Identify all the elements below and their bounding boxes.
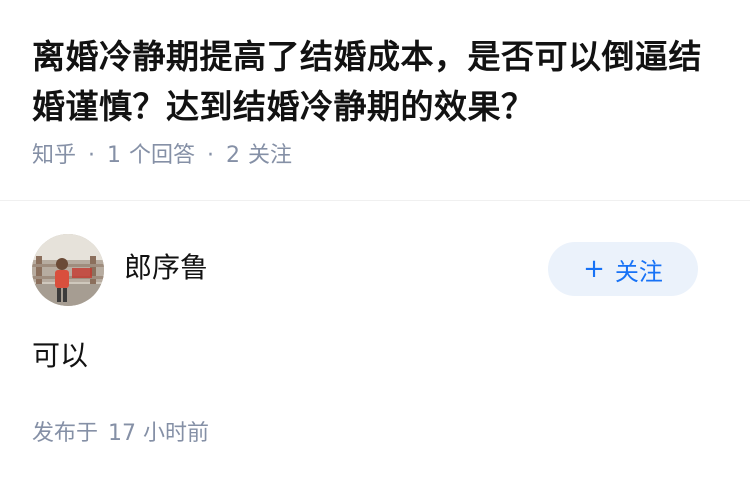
question-title[interactable]: 离婚冷静期提高了结婚成本，是否可以倒逼结婚谨慎？达到结婚冷静期的效果？ <box>32 32 722 132</box>
person-photo-avatar-icon <box>32 234 104 306</box>
plus-icon: + <box>583 254 605 284</box>
meta-separator: · <box>88 143 96 168</box>
answers-label: 个回答 <box>129 143 196 168</box>
answers-count: 1 <box>107 143 122 168</box>
answer-timestamp: 发布于 17 小时前 <box>32 418 209 450</box>
author-name[interactable]: 郎序鲁 <box>124 248 208 288</box>
question-header: 离婚冷静期提高了结婚成本，是否可以倒逼结婚谨慎？达到结婚冷静期的效果？ 知乎 ·… <box>32 32 722 172</box>
followers-label: 关注 <box>248 143 293 168</box>
section-divider <box>0 200 750 201</box>
follow-button-label: 关注 <box>614 257 663 286</box>
source-label[interactable]: 知乎 <box>32 140 76 172</box>
avatar[interactable] <box>32 234 104 306</box>
published-time: 17 小时前 <box>108 421 210 446</box>
answer-content: 可以 <box>32 339 89 372</box>
question-meta: 知乎 · 1 个回答 · 2 关注 <box>32 140 722 172</box>
followers-count: 2 <box>226 143 241 168</box>
follow-button[interactable]: + 关注 <box>548 242 698 296</box>
answer-author-row: 郎序鲁 + 关注 <box>32 234 698 306</box>
meta-separator: · <box>207 143 215 168</box>
published-label: 发布于 <box>32 421 99 446</box>
